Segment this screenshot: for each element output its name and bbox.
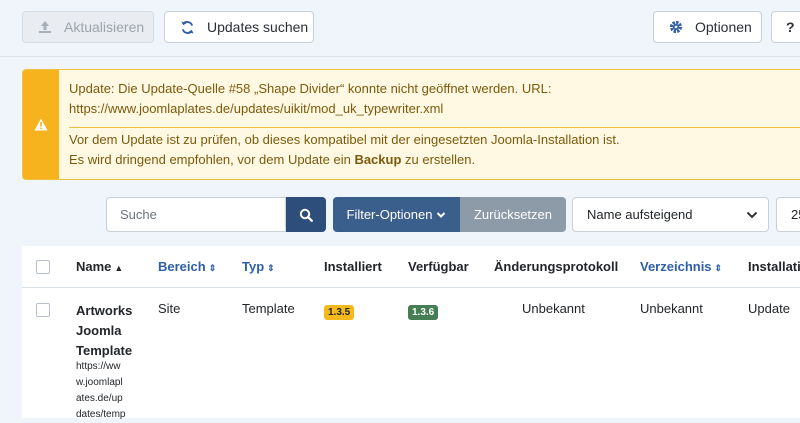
header-installed: Installiert (324, 259, 382, 274)
refresh-label: Aktualisieren (64, 19, 145, 35)
header-available: Verfügbar (408, 259, 469, 274)
row-changelog: Unbekannt (522, 301, 585, 316)
header-type-label: Typ (242, 259, 265, 274)
sort-icon: ⇕ (714, 263, 723, 273)
check-updates-label: Updates suchen (207, 19, 309, 35)
alert-line-4-pre: Es wird dringend empfohlen, vor dem Upda… (69, 152, 355, 167)
header-available-label: Verfügbar (408, 259, 469, 274)
alert-line-2: https://www.joomlaplates.de/updates/uiki… (69, 101, 444, 116)
header-name[interactable]: Name ▲ (76, 259, 123, 274)
gear-icon (669, 20, 683, 34)
search-input[interactable]: Suche (106, 197, 286, 232)
row-update-url: https://ww w.joomlapl ates.de/up dates/t… (76, 359, 125, 423)
header-installed-label: Installiert (324, 259, 382, 274)
header-type[interactable]: Typ ⇕ (242, 259, 275, 274)
chevron-down-icon (437, 211, 446, 218)
header-changelog: Änderungsprotokoll (494, 259, 618, 274)
header-folder[interactable]: Verzeichnis ⇕ (640, 259, 722, 274)
search-button[interactable] (286, 197, 326, 232)
chevron-down-icon (746, 211, 757, 218)
header-install: Installation (748, 259, 800, 274)
sort-icon: ⇕ (267, 263, 275, 273)
alert-divider (69, 127, 800, 128)
row-url-line: https://ww (76, 361, 121, 372)
row-checkbox[interactable] (36, 303, 50, 317)
reset-label: Zurücksetzen (473, 207, 553, 222)
row-name-line: Template (76, 343, 133, 358)
header-name-label: Name (76, 259, 112, 274)
limit-select[interactable]: 25 (776, 197, 800, 232)
sort-value: Name aufsteigend (587, 207, 693, 222)
limit-value: 25 (791, 207, 800, 222)
sync-icon (181, 20, 194, 34)
available-version-badge: 1.3.6 (408, 302, 439, 320)
sort-icon: ⇕ (208, 263, 217, 273)
select-all-checkbox[interactable] (36, 260, 50, 274)
row-url-line: dates/temp (76, 409, 126, 420)
alert-line-4: Es wird dringend empfohlen, vor dem Upda… (69, 150, 800, 170)
alert-icon-strip (23, 70, 59, 179)
refresh-button[interactable]: Aktualisieren (22, 11, 154, 43)
help-button[interactable]: ? (771, 11, 800, 43)
update-warning-alert: Update: Die Update-Quelle #58 „Shape Div… (22, 69, 800, 180)
row-url-line: w.joomlapl (76, 377, 123, 388)
header-area-label: Bereich (158, 259, 206, 274)
reset-button[interactable]: Zurücksetzen (460, 197, 566, 232)
row-url-line: ates.de/up (76, 393, 123, 404)
sort-asc-icon: ▲ (114, 263, 124, 273)
alert-line-4-post: zu erstellen. (401, 152, 476, 167)
help-label: ? (786, 19, 795, 35)
upload-icon (39, 21, 51, 33)
header-changelog-label: Änderungsprotokoll (494, 259, 619, 274)
installed-version-badge: 1.3.5 (324, 302, 355, 320)
alert-line-3: Vor dem Update ist zu prüfen, ob dieses … (69, 132, 620, 147)
check-updates-button[interactable]: Updates suchen (164, 11, 314, 43)
available-version: 1.3.6 (408, 305, 439, 320)
installed-version: 1.3.5 (324, 305, 355, 320)
alert-line-4-bold: Backup (354, 152, 402, 167)
header-divider (22, 287, 800, 288)
header-area[interactable]: Bereich ⇕ (158, 259, 216, 274)
sort-chevron (734, 197, 769, 232)
filter-options-label: Filter-Optionen (346, 207, 433, 222)
filter-options-button[interactable]: Filter-Optionen (333, 197, 460, 232)
row-name-line: Joomla (76, 323, 122, 338)
search-placeholder: Suche (120, 207, 157, 222)
search-icon (299, 208, 313, 222)
options-label: Optionen (695, 19, 752, 35)
header-folder-label: Verzeichnis (640, 259, 712, 274)
options-button[interactable]: Optionen (653, 11, 762, 43)
warning-icon (34, 118, 48, 131)
row-install-type: Update (748, 301, 790, 316)
alert-line-1: Update: Die Update-Quelle #58 „Shape Div… (69, 81, 552, 96)
row-name-line: Artworks (76, 303, 133, 318)
header-install-label: Installation (748, 259, 800, 274)
alert-message-1: Update: Die Update-Quelle #58 „Shape Div… (69, 79, 800, 119)
row-folder: Unbekannt (640, 301, 703, 316)
row-area: Site (158, 301, 181, 316)
alert-message-2: Vor dem Update ist zu prüfen, ob dieses … (69, 130, 800, 170)
row-type: Template (242, 301, 295, 316)
row-name[interactable]: Artworks Joomla Template (76, 301, 132, 361)
